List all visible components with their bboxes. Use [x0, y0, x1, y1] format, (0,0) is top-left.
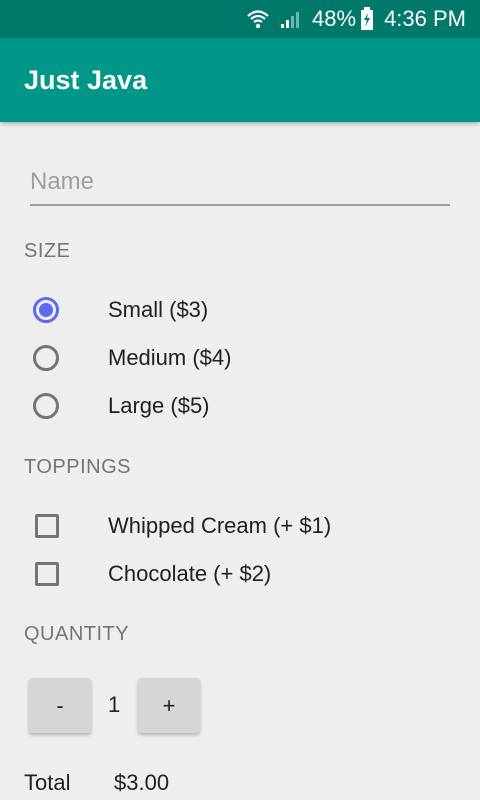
increment-button[interactable]: +	[138, 678, 200, 733]
quantity-header: QUANTITY	[24, 623, 130, 645]
signal-icon	[280, 9, 302, 29]
size-header: SIZE	[24, 240, 71, 262]
app-title: Just Java	[24, 64, 148, 95]
toppings-header: TOPPINGS	[24, 456, 131, 478]
battery-percent: 48%	[312, 6, 357, 31]
battery-charging-icon	[360, 7, 374, 31]
total-label: Total	[24, 770, 71, 795]
radio-button[interactable]	[33, 345, 59, 371]
size-option-label: Small ($3)	[108, 297, 209, 322]
radio-button-checked[interactable]	[33, 297, 59, 323]
quantity-value: 1	[108, 692, 121, 717]
status-bar: 48% 4:36 PM	[0, 0, 480, 38]
topping-chocolate[interactable]: Chocolate (+ $2)	[30, 554, 271, 594]
size-option-medium[interactable]: Medium ($4)	[30, 338, 231, 378]
app-bar: Just Java	[0, 38, 480, 122]
size-option-small[interactable]: Small ($3)	[30, 290, 208, 330]
checkbox[interactable]	[35, 562, 59, 586]
clock: 4:36 PM	[384, 6, 466, 31]
name-input[interactable]	[30, 160, 450, 206]
size-option-large[interactable]: Large ($5)	[30, 386, 210, 426]
topping-label: Chocolate (+ $2)	[108, 561, 272, 586]
size-option-label: Large ($5)	[108, 393, 210, 418]
decrement-button[interactable]: -	[29, 678, 91, 733]
topping-label: Whipped Cream (+ $1)	[108, 513, 332, 538]
topping-whipped-cream[interactable]: Whipped Cream (+ $1)	[30, 506, 331, 546]
wifi-icon	[246, 8, 270, 30]
total-value: $3.00	[114, 770, 170, 795]
radio-button[interactable]	[33, 393, 59, 419]
size-option-label: Medium ($4)	[108, 345, 232, 370]
checkbox[interactable]	[35, 514, 59, 538]
